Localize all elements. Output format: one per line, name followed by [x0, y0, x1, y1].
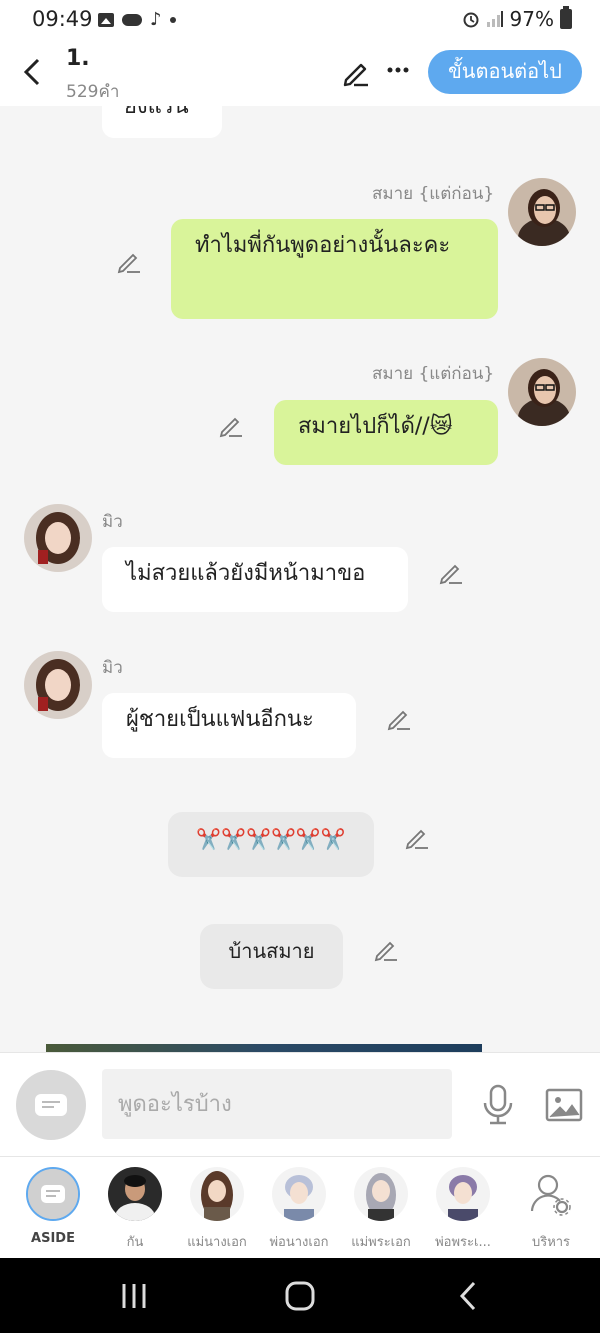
avatar [436, 1167, 490, 1221]
edit-message-pencil-icon[interactable] [386, 705, 412, 731]
message-input-bar [0, 1052, 600, 1156]
edit-message-pencil-icon[interactable] [116, 248, 142, 274]
character-label: แม่นางเอก [187, 1235, 247, 1250]
message-input[interactable] [102, 1069, 452, 1139]
character-label: พ่อนางเอก [269, 1235, 329, 1250]
scene-location-text: บ้านสมาย [228, 939, 315, 963]
more-options-button[interactable] [384, 52, 414, 84]
back-nav-icon [459, 1281, 476, 1311]
aside-icon [26, 1167, 80, 1221]
scene-location-bubble[interactable]: บ้านสมาย [200, 924, 343, 989]
editor-header: 1. 529คำ ขั้นตอนต่อไป [0, 38, 600, 106]
avatar-photo [508, 358, 576, 426]
character-label: ASIDE [31, 1231, 75, 1246]
character-item[interactable]: พ่อพระเ... [422, 1167, 504, 1252]
character-aside[interactable]: ASIDE [12, 1167, 94, 1246]
avatar [108, 1167, 162, 1221]
scene-image-preview[interactable] [46, 1044, 482, 1052]
avatar[interactable] [24, 504, 92, 572]
sender-name: สมาย {แต่ก่อน} [372, 184, 495, 204]
edit-message-pencil-icon[interactable] [218, 412, 244, 438]
battery-percent: 97% [509, 7, 554, 31]
character-label: บริหาร [531, 1235, 571, 1250]
manage-characters-button[interactable]: บริหาร [510, 1167, 592, 1252]
partial-message-bubble[interactable]: ยงแรน [102, 106, 222, 138]
character-selector: ASIDE กัน แม่นางเอก พ่อนางเอก แม่พระเอก … [0, 1156, 600, 1258]
character-item[interactable]: กัน [94, 1167, 176, 1252]
manage-user-icon [524, 1167, 578, 1221]
sender-name: มิว [102, 512, 123, 532]
image-button[interactable] [544, 1085, 584, 1125]
sender-name: สมาย {แต่ก่อน} [372, 364, 495, 384]
avatar-photo [508, 178, 576, 246]
microphone-icon [483, 1084, 513, 1125]
character-label: แม่พระเอก [351, 1235, 411, 1250]
message-bubble[interactable]: ไม่สวยแล้วยังมีหน้ามาขอ [102, 547, 408, 612]
home-icon [285, 1281, 315, 1311]
edit-message-pencil-icon[interactable] [404, 824, 430, 850]
scene-divider-text: ✂️✂️✂️✂️✂️✂️ [196, 827, 346, 851]
back-nav-button[interactable] [450, 1276, 490, 1316]
battery-icon [560, 6, 572, 29]
edit-message-pencil-icon[interactable] [373, 936, 399, 962]
gallery-notification-icon [98, 12, 114, 27]
episode-title: 1. [66, 46, 90, 71]
message-text: ทำไมพี่กันพูดอย่างนั้นละคะ [195, 233, 451, 258]
scene-divider-bubble[interactable]: ✂️✂️✂️✂️✂️✂️ [168, 812, 374, 877]
chat-area[interactable]: ยงแรน สมาย {แต่ก่อน} ทำไมพี่กันพูดอย่างน… [0, 106, 600, 1052]
next-step-button[interactable]: ขั้นตอนต่อไป [428, 50, 582, 94]
system-status: 97% [462, 6, 572, 31]
word-count: 529คำ [66, 82, 120, 102]
avatar [190, 1167, 244, 1221]
avatar [354, 1167, 408, 1221]
alarm-icon [463, 12, 479, 28]
avatar[interactable] [508, 358, 576, 426]
message-bubble[interactable]: สมายไปก็ได้//😿 [274, 400, 498, 465]
sender-name: มิว [102, 658, 123, 678]
home-button[interactable] [280, 1276, 320, 1316]
message-text: ไม่สวยแล้วยังมีหน้ามาขอ [126, 561, 366, 586]
message-type-button[interactable] [16, 1070, 86, 1140]
tiktok-icon: ♪ [150, 9, 162, 30]
character-item[interactable]: แม่พระเอก [340, 1167, 422, 1252]
edit-title-button[interactable] [340, 56, 372, 88]
character-label: กัน [126, 1235, 144, 1250]
image-icon [545, 1088, 583, 1122]
recent-apps-icon [122, 1284, 146, 1308]
recent-apps-button[interactable] [114, 1276, 154, 1316]
chat-bubble-icon [35, 1094, 67, 1116]
back-arrow-icon [23, 58, 40, 86]
status-time: 09:49 [32, 7, 93, 31]
microphone-button[interactable] [478, 1083, 518, 1127]
notification-icons: ♪ [98, 9, 176, 30]
status-bar: 09:49 ♪ 97% [0, 0, 600, 38]
avatar [272, 1167, 326, 1221]
message-text: ผู้ชายเป็นแฟนอีกนะ [126, 707, 314, 732]
avatar-photo [24, 504, 92, 572]
character-item[interactable]: แม่นางเอก [176, 1167, 258, 1252]
pencil-icon [343, 63, 368, 87]
message-bubble[interactable]: ผู้ชายเป็นแฟนอีกนะ [102, 693, 356, 758]
avatar[interactable] [508, 178, 576, 246]
character-label: พ่อพระเ... [435, 1235, 491, 1250]
avatar[interactable] [24, 651, 92, 719]
back-button[interactable] [18, 54, 48, 90]
signal-icon [486, 11, 503, 27]
message-bubble[interactable]: ทำไมพี่กันพูดอย่างนั้นละคะ [171, 219, 498, 319]
cloud-icon [122, 13, 142, 26]
system-nav-bar [0, 1258, 600, 1333]
message-text: สมายไปก็ได้//😿 [298, 414, 453, 439]
more-dots-icon [387, 67, 409, 73]
avatar-photo [24, 651, 92, 719]
more-notifications-icon [169, 16, 176, 23]
edit-message-pencil-icon[interactable] [438, 559, 464, 585]
character-item[interactable]: พ่อนางเอก [258, 1167, 340, 1252]
